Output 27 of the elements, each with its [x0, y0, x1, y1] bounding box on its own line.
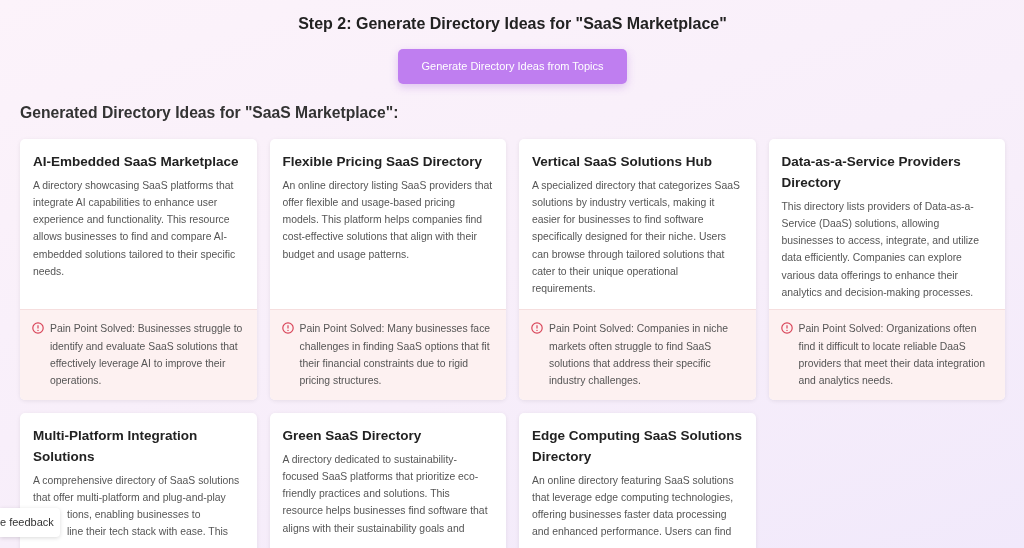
- idea-description: An online directory listing SaaS providers that offer flexible and usage-based pricing models. This platform helps companies find cost-effective solutions that align with their budget and usage patterns.: [282, 178, 493, 262]
- alert-icon: [281, 322, 294, 335]
- step-title: Step 2: Generate Directory Ideas for "SaaS Marketplace": [297, 14, 728, 34]
- idea-description: A directory showcasing SaaS platforms that integrate AI capabilities to enhance user experience and functionality. This resource allows businesses to find and compare AI-embedded solutions tailored to their specific needs.: [33, 178, 237, 279]
- idea-title: Edge Computing SaaS Solutions Directory: [532, 426, 743, 466]
- idea-title: Multi-Platform Integration Solutions: [33, 426, 199, 466]
- idea-title: AI-Embedded SaaS Marketplace: [33, 152, 240, 171]
- idea-title: Green SaaS Directory: [282, 426, 423, 445]
- pain-point-text: Pain Point Solved: Many businesses face challenges in finding SaaS options that fit their financial constraints due to rigid pricing structures.: [299, 322, 492, 389]
- results-heading: Generated Directory Ideas for "SaaS Marketplace":: [20, 103, 400, 123]
- pain-point-text: Pain Point Solved: Companies in niche markets often struggle to find SaaS solutions that address their specific industry challenges.: [549, 322, 730, 389]
- idea-description: A directory dedicated to sustainability-focused SaaS platforms that prioritize eco-friendly practices and solutions. This resource helps businesses find software that aligns with their sustainability goals and: [282, 452, 489, 536]
- alert-icon: [531, 322, 543, 335]
- idea-description-line: A comprehensive directory of SaaS solutions: [33, 473, 241, 488]
- idea-description: This directory lists providers of Data-as-a-Service (DaaS) solutions, allowing businesses to access, integrate, and utilize data efficiently. Companies can explore various data offerings to enhance their analytics and decision-making processes.: [781, 199, 981, 300]
- pain-point-text: Pain Point Solved: Businesses struggle to identify and evaluate SaaS solutions that effectively leverage AI to improve their operations.: [50, 322, 244, 389]
- alert-icon: [32, 322, 44, 335]
- alert-icon: [780, 322, 793, 335]
- idea-description-line: that offer multi-platform and plug-and-play: [33, 490, 227, 505]
- idea-description: A specialized directory that categorizes SaaS solutions by industry verticals, making it easier for businesses to find software specifically designed for their niche. Users can browse through tailored solutions that cater to their unique operational requirements.: [532, 178, 741, 297]
- idea-title: Flexible Pricing SaaS Directory: [282, 152, 484, 171]
- idea-title: Data-as-a-Service Providers Directory: [781, 152, 962, 192]
- pain-point-text: Pain Point Solved: Organizations often find it difficult to locate reliable DaaS providers that meet their data integration and analytics needs.: [798, 322, 987, 389]
- idea-title: Vertical SaaS Solutions Hub: [532, 152, 714, 171]
- idea-description-line: line their tech stack with ease. This: [66, 525, 229, 540]
- feedback-tab[interactable]: e feedback: [0, 508, 60, 537]
- idea-description: An online directory featuring SaaS solutions that leverage edge computing technologies, offering businesses faster data processing and enhanced performance. Users can find: [532, 473, 735, 540]
